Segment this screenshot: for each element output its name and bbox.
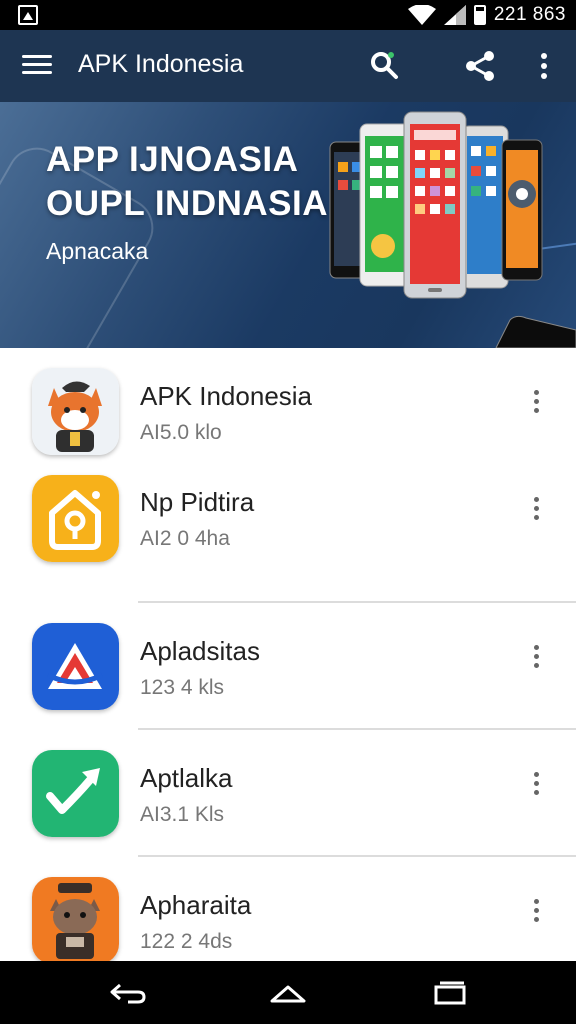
banner-subtitle: Apnacaka (46, 238, 149, 264)
system-nav-bar (0, 961, 576, 1024)
promo-banner[interactable]: APP IJNOASIA OUPL INDNASIA Apnacaka (0, 102, 576, 348)
triangle-logo-icon (32, 623, 119, 710)
robot-cat-icon (32, 877, 119, 964)
phones-illustration (329, 111, 576, 348)
arrow-icon (32, 750, 119, 837)
more-vert-icon (541, 53, 547, 79)
item-more-button[interactable] (523, 766, 549, 800)
app-name: Apharaita (140, 890, 252, 920)
app-name: APK Indonesia (140, 381, 313, 411)
back-button[interactable] (108, 975, 148, 1009)
item-more-button[interactable] (523, 893, 549, 927)
gallery-notification-icon (18, 5, 38, 25)
search-button[interactable] (364, 46, 404, 86)
list-item[interactable]: Apladsitas 123 4 kls (0, 603, 576, 730)
app-meta: AI5.0 klo (140, 421, 222, 444)
banner-headline: APP IJNOASIA OUPL INDNASIA (46, 140, 328, 223)
menu-icon (22, 55, 52, 58)
app-name: Apladsitas (140, 636, 260, 666)
home-nav-icon (270, 985, 306, 1003)
app-name: Aptlalka (140, 763, 233, 793)
home-button[interactable] (268, 975, 308, 1009)
signal-icon (443, 5, 466, 25)
share-icon (466, 51, 494, 81)
app-meta: 122 2 4ds (140, 930, 233, 953)
recents-button[interactable] (430, 975, 470, 1009)
list-item[interactable]: Aptlalka AI3.1 Kls (0, 730, 576, 857)
recents-icon (434, 981, 466, 1005)
status-icons: 221 863 (407, 4, 566, 26)
battery-icon (473, 5, 486, 25)
app-meta: AI2 0 4ha (140, 527, 230, 550)
app-bar: APK Indonesia (0, 30, 576, 102)
list-item[interactable]: Np Pidtira AI2 0 4ha (0, 475, 576, 603)
app-name: Np Pidtira (140, 487, 255, 517)
cat-icon (32, 368, 119, 455)
overflow-menu-button[interactable] (524, 46, 564, 86)
menu-button[interactable] (22, 50, 56, 82)
app-meta: AI3.1 Kls (140, 803, 225, 826)
back-icon (110, 983, 146, 1004)
share-button[interactable] (460, 46, 500, 86)
status-time: 221 863 (493, 4, 566, 25)
status-bar: 221 863 (0, 0, 576, 30)
list-item[interactable]: APK Indonesia AI5.0 klo (0, 348, 576, 475)
search-icon (371, 52, 398, 79)
app-meta: 123 4 kls (140, 676, 225, 699)
app-list: APK Indonesia AI5.0 klo Np Pidtira AI2 0… (0, 348, 576, 984)
wifi-icon (407, 5, 436, 25)
home-icon (32, 475, 119, 562)
item-more-button[interactable] (523, 639, 549, 673)
item-more-button[interactable] (523, 384, 549, 418)
item-more-button[interactable] (523, 491, 549, 525)
app-title: APK Indonesia (78, 50, 244, 78)
